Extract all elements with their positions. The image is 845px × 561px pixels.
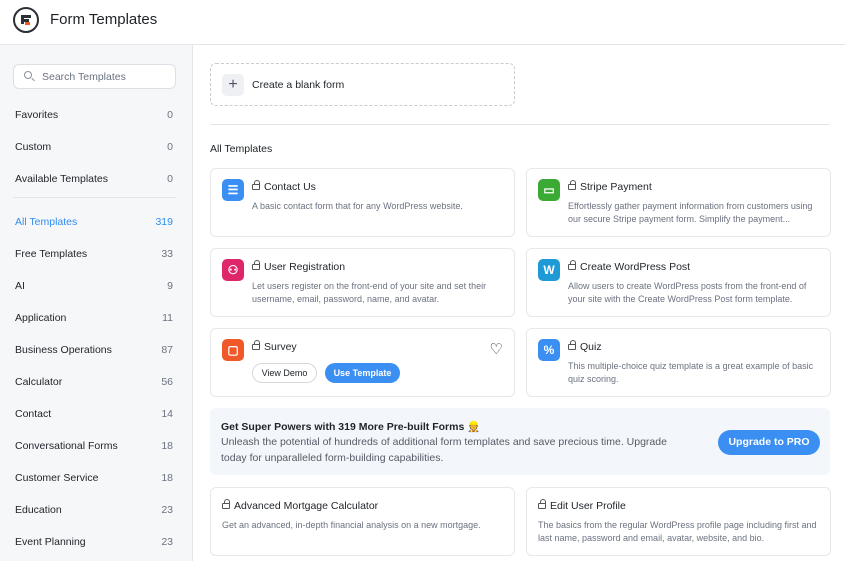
sidebar: Search Templates Favorites 0 Custom 0 Availa… xyxy=(0,45,193,561)
wordpress-icon: W xyxy=(538,259,560,281)
sidebar-item-custom[interactable]: Custom 0 xyxy=(15,141,175,161)
formidable-logo-icon xyxy=(13,7,39,33)
lock-icon xyxy=(538,499,546,509)
sidebar-item-label: Education xyxy=(15,504,62,516)
template-card-quiz[interactable]: % Quiz This multiple-choice quiz template … xyxy=(526,328,831,397)
header: Form Templates xyxy=(0,0,845,45)
sidebar-item-count: 9 xyxy=(167,280,173,292)
sidebar-item-label: All Templates xyxy=(15,216,78,228)
section-title: All Templates xyxy=(210,143,273,155)
sidebar-item-count: 0 xyxy=(167,173,173,185)
percent-icon: % xyxy=(538,339,560,361)
credit-card-icon: ▭ xyxy=(538,179,560,201)
user-plus-icon: ⚇ xyxy=(222,259,244,281)
search-input[interactable]: Search Templates xyxy=(13,64,176,89)
template-description: Let users register on the front-end of y… xyxy=(252,281,487,304)
sidebar-item-label: Favorites xyxy=(15,109,59,121)
lock-icon xyxy=(252,340,260,350)
view-demo-button[interactable]: View Demo xyxy=(252,363,317,383)
sidebar-item-label: Application xyxy=(15,312,67,324)
template-card-advanced-mortgage-calculator[interactable]: Advanced Mortgage Calculator Get an advan… xyxy=(210,487,515,556)
plus-icon: + xyxy=(222,74,244,96)
sidebar-item-application[interactable]: Application 11 xyxy=(15,312,175,332)
sidebar-item-count: 33 xyxy=(161,248,173,260)
sidebar-item-education[interactable]: Education 23 xyxy=(15,504,175,524)
sidebar-item-label: AI xyxy=(15,280,25,292)
sidebar-item-count: 319 xyxy=(155,216,173,228)
search-icon xyxy=(24,71,32,79)
template-description: This multiple-choice quiz template is a … xyxy=(568,361,814,384)
sidebar-item-label: Event Planning xyxy=(15,536,86,548)
page-title: Form Templates xyxy=(50,11,158,28)
sidebar-item-count: 18 xyxy=(161,472,173,484)
template-card-survey[interactable]: ▢ Survey ♡ View Demo Use Template xyxy=(210,328,515,397)
sidebar-item-all-templates[interactable]: All Templates 319 xyxy=(15,216,175,236)
sidebar-item-count: 0 xyxy=(167,109,173,121)
sidebar-divider xyxy=(13,197,176,198)
lock-icon xyxy=(252,180,260,190)
search-placeholder: Search Templates xyxy=(42,71,126,83)
sidebar-item-customer-service[interactable]: Customer Service 18 xyxy=(15,472,175,492)
template-description: Get an advanced, in-depth financial anal… xyxy=(222,520,481,530)
template-description: Effortlessly gather payment information … xyxy=(568,201,813,224)
banner-description: Unleash the potential of hundreds of add… xyxy=(221,436,667,464)
template-name: Edit User Profile xyxy=(550,500,626,512)
sidebar-item-calculator[interactable]: Calculator 56 xyxy=(15,376,175,396)
lock-icon xyxy=(568,180,576,190)
template-description: A basic contact form that for any WordPr… xyxy=(252,201,463,211)
sidebar-item-count: 14 xyxy=(161,408,173,420)
template-card-create-wordpress-post[interactable]: W Create WordPress Post Allow users to cre… xyxy=(526,248,831,317)
sidebar-item-count: 18 xyxy=(161,440,173,452)
sidebar-item-available-templates[interactable]: Available Templates 0 xyxy=(15,173,175,193)
lock-icon xyxy=(568,340,576,350)
template-name: Contact Us xyxy=(264,181,316,193)
template-name: Create WordPress Post xyxy=(580,261,691,273)
sidebar-item-event-planning[interactable]: Event Planning 23 xyxy=(15,536,175,556)
create-blank-form-button[interactable]: + Create a blank form xyxy=(210,63,515,106)
lock-icon xyxy=(252,260,260,270)
lock-icon xyxy=(568,260,576,270)
sidebar-item-label: Available Templates xyxy=(15,173,109,185)
template-description: The basics from the regular WordPress pr… xyxy=(538,520,817,543)
create-blank-form-label: Create a blank form xyxy=(252,79,345,91)
template-name: User Registration xyxy=(264,261,346,273)
list-icon: ☰ xyxy=(222,179,244,201)
sidebar-item-count: 23 xyxy=(161,504,173,516)
sidebar-item-label: Customer Service xyxy=(15,472,99,484)
divider xyxy=(210,124,830,125)
sidebar-item-count: 87 xyxy=(161,344,173,356)
sidebar-item-business-operations[interactable]: Business Operations 87 xyxy=(15,344,175,364)
template-card-contact-us[interactable]: ☰ Contact Us A basic contact form that for… xyxy=(210,168,515,237)
favorite-heart-icon[interactable]: ♡ xyxy=(490,340,503,358)
template-description: Allow users to create WordPress posts fr… xyxy=(568,281,807,304)
template-card-user-registration[interactable]: ⚇ User Registration Let users register on … xyxy=(210,248,515,317)
sidebar-item-count: 56 xyxy=(161,376,173,388)
sidebar-item-label: Free Templates xyxy=(15,248,88,260)
template-name: Survey xyxy=(264,341,297,353)
sidebar-item-label: Business Operations xyxy=(15,344,112,356)
upgrade-banner: Get Super Powers with 319 More Pre-built… xyxy=(210,408,830,475)
template-card-edit-user-profile[interactable]: Edit User Profile The basics from the reg… xyxy=(526,487,831,556)
sidebar-item-ai[interactable]: AI 9 xyxy=(15,280,175,300)
template-card-stripe-payment[interactable]: ▭ Stripe Payment Effortlessly gather payme… xyxy=(526,168,831,237)
template-name: Quiz xyxy=(580,341,602,353)
sidebar-item-conversational-forms[interactable]: Conversational Forms 18 xyxy=(15,440,175,460)
template-name: Advanced Mortgage Calculator xyxy=(234,500,379,512)
sidebar-item-label: Custom xyxy=(15,141,52,153)
sidebar-item-label: Contact xyxy=(15,408,52,420)
upgrade-to-pro-button[interactable]: Upgrade to PRO xyxy=(718,430,820,455)
sidebar-item-contact[interactable]: Contact 14 xyxy=(15,408,175,428)
use-template-button[interactable]: Use Template xyxy=(325,363,400,383)
sidebar-item-label: Conversational Forms xyxy=(15,440,118,452)
sidebar-item-count: 11 xyxy=(162,312,173,324)
sidebar-item-free-templates[interactable]: Free Templates 33 xyxy=(15,248,175,268)
template-name: Stripe Payment xyxy=(580,181,652,193)
sidebar-item-count: 0 xyxy=(167,141,173,153)
sidebar-item-favorites[interactable]: Favorites 0 xyxy=(15,109,175,129)
sidebar-item-label: Calculator xyxy=(15,376,63,388)
banner-title: Get Super Powers with 319 More Pre-built… xyxy=(221,421,481,433)
sidebar-item-count: 23 xyxy=(161,536,173,548)
chat-icon: ▢ xyxy=(222,339,244,361)
lock-icon xyxy=(222,499,230,509)
